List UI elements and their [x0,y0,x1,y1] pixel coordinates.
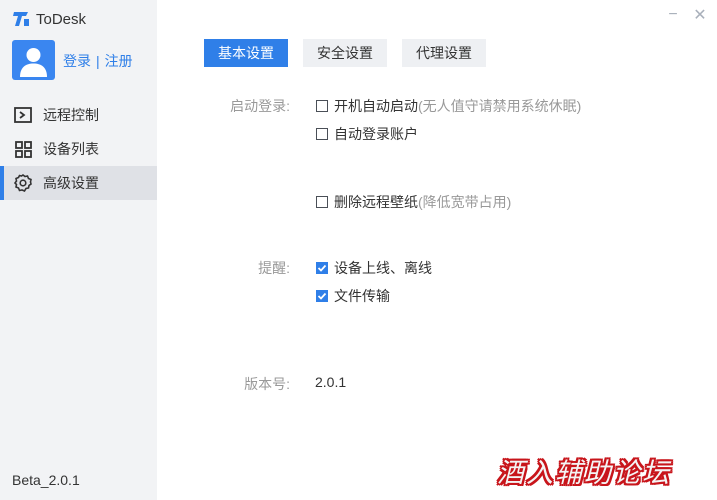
file-transfer-checkbox[interactable] [316,290,328,302]
tab-security-settings[interactable]: 安全设置 [303,39,387,67]
tab-proxy-settings[interactable]: 代理设置 [402,39,486,67]
auto-start-hint: (无人值守请禁用系统休眠) [418,98,582,114]
auto-start-option[interactable]: 开机自动启动 (无人值守请禁用系统休眠) [316,96,581,116]
gear-icon [14,174,32,192]
minimize-button[interactable]: − [665,6,681,24]
auto-login-option[interactable]: 自动登录账户 [316,124,418,144]
device-online-checkbox[interactable] [316,262,328,274]
device-online-option[interactable]: 设备上线、离线 [316,258,432,278]
device-online-text: 设备上线、离线 [334,260,432,276]
sidebar-item-advanced-settings[interactable]: 高级设置 [0,166,157,200]
check-icon [317,264,327,272]
sidebar-item-label: 高级设置 [43,175,99,191]
auto-login-checkbox[interactable] [316,128,328,140]
user-icon [20,48,47,77]
file-transfer-text: 文件传输 [334,288,390,304]
close-button[interactable]: ✕ [692,6,708,24]
app-version: Beta_2.0.1 [12,472,80,488]
remote-control-icon [14,106,32,124]
settings-tabs: 基本设置 安全设置 代理设置 [204,39,501,67]
check-icon [317,292,327,300]
avatar[interactable] [12,40,55,80]
tab-basic-settings[interactable]: 基本设置 [204,39,288,67]
sidebar: ToDesk 登录 | 注册 远程控制 设备列表 高级设置 Beta_2.0.1 [0,0,157,500]
account-links: 登录 | 注册 [63,51,133,71]
auto-login-text: 自动登录账户 [334,126,418,142]
sidebar-item-remote-control[interactable]: 远程控制 [0,98,157,132]
login-link[interactable]: 登录 [63,51,91,71]
auto-start-text: 开机自动启动 [334,98,418,114]
sidebar-item-label: 设备列表 [43,141,99,157]
todesk-logo-icon [13,12,29,26]
remind-label: 提醒: [258,260,290,276]
version-label: 版本号: [244,376,290,392]
app-name: ToDesk [36,10,87,28]
file-transfer-option[interactable]: 文件传输 [316,286,390,306]
version-value: 2.0.1 [315,374,347,390]
startup-label: 启动登录: [230,98,290,114]
watermark: 酒入辅助论坛 [497,458,671,489]
remove-wallpaper-hint: (降低宽带占用) [418,194,512,210]
device-list-icon [14,140,32,158]
sidebar-item-label: 远程控制 [43,107,99,123]
auto-start-checkbox[interactable] [316,100,328,112]
remove-wallpaper-checkbox[interactable] [316,196,328,208]
remove-wallpaper-option[interactable]: 删除远程壁纸 (降低宽带占用) [316,192,511,212]
sidebar-nav: 远程控制 设备列表 高级设置 [0,98,157,200]
register-link[interactable]: 注册 [105,51,133,71]
sidebar-item-device-list[interactable]: 设备列表 [0,132,157,166]
account-separator: | [96,53,100,69]
remove-wallpaper-text: 删除远程壁纸 [334,194,418,210]
app-title-bar: ToDesk [12,9,86,29]
